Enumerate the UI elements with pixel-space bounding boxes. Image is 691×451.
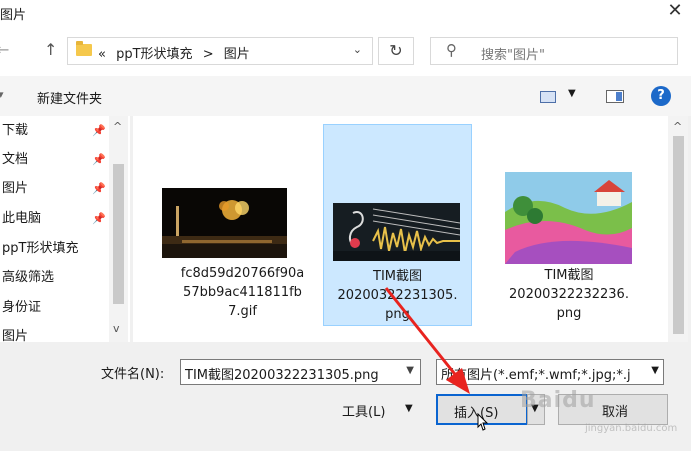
file-type-value: 所有图片(*.emf;*.wmf;*.jpg;*.j — [441, 368, 631, 383]
scroll-up-icon[interactable]: ^ — [673, 120, 682, 133]
title-bar: 图片 ✕ — [0, 0, 691, 26]
sidebar-item-label: 身份证 — [2, 300, 42, 315]
refresh-button[interactable]: ↻ — [378, 37, 414, 65]
fireworks-thumbnail — [162, 188, 287, 258]
scroll-down-icon[interactable]: v — [113, 322, 120, 335]
up-arrow-icon[interactable]: ↑ — [44, 40, 57, 59]
sidebar: 下载 📌 文档 📌 图片 📌 此电脑 📌 ppT形状填充 高级筛选 身份证 图片… — [0, 116, 130, 342]
navigation-bar: ← ↑ « ppT形状填充 > 图片 ⌄ ↻ ⚲ 搜索"图片" — [0, 26, 691, 76]
sidebar-item-label: ppT形状填充 — [2, 241, 79, 256]
file-name-line: TIM截图 — [373, 269, 422, 284]
sidebar-item-pictures[interactable]: 图片 📌 — [0, 175, 108, 203]
file-tile-gif[interactable]: fc8d59d20766f90a 57bb9ac411811fb 7.gif — [151, 188, 334, 328]
new-folder-button[interactable]: 新建文件夹 — [37, 88, 102, 107]
preview-pane-icon[interactable] — [606, 90, 624, 103]
file-type-select[interactable]: 所有图片(*.emf;*.wmf;*.jpg;*.j ▼ — [436, 359, 664, 385]
sidebar-item-label: 下载 — [2, 123, 29, 138]
scrollbar-thumb[interactable] — [113, 164, 124, 304]
sidebar-scrollbar[interactable]: ^ v — [109, 116, 128, 342]
chevron-down-icon[interactable]: ▼ — [651, 365, 659, 376]
address-bar[interactable]: « ppT形状填充 > 图片 ⌄ — [67, 37, 373, 65]
watermark-url: jingyan.baidu.com — [585, 423, 678, 434]
sidebar-item-advanced-filter[interactable]: 高级筛选 — [0, 264, 108, 292]
filename-value: TIM截图20200322231305.png — [185, 368, 379, 383]
search-box[interactable]: ⚲ 搜索"图片" — [430, 37, 678, 65]
breadcrumb: « ppT形状填充 > 图片 — [98, 43, 250, 62]
close-icon[interactable]: ✕ — [660, 0, 690, 24]
file-name-line: 57bb9ac411811fb — [183, 285, 302, 300]
pin-icon: 📌 — [92, 212, 106, 225]
tools-button[interactable]: 工具(L) — [342, 401, 385, 420]
mouse-cursor-icon — [477, 413, 489, 431]
chevron-down-icon[interactable]: ▼ — [406, 365, 414, 376]
window-title: 图片 — [0, 8, 27, 23]
folder-icon — [76, 41, 92, 56]
breadcrumb-separator[interactable]: > — [203, 47, 214, 62]
refresh-icon: ↻ — [389, 41, 403, 60]
sidebar-item-label: 此电脑 — [2, 211, 42, 226]
pin-icon: 📌 — [92, 182, 106, 195]
sidebar-item-label: 高级筛选 — [2, 270, 55, 285]
sidebar-item-downloads[interactable]: 下载 📌 — [0, 117, 108, 145]
file-name-line: 7.gif — [228, 304, 257, 319]
search-icon: ⚲ — [446, 41, 457, 59]
file-name-line: TIM截图 — [544, 268, 594, 283]
file-name: TIM截图 20200322231305. png — [324, 267, 471, 324]
file-list: fc8d59d20766f90a 57bb9ac411811fb 7.gif T… — [133, 116, 668, 342]
sidebar-item-id-card[interactable]: 身份证 — [0, 294, 108, 322]
view-mode-icon[interactable] — [540, 91, 556, 103]
sidebar-item-label: 文档 — [2, 152, 29, 167]
sidebar-item-label: 图片 — [2, 181, 29, 196]
file-name: TIM截图 20200322232236. png — [489, 266, 649, 323]
sidebar-item-label: 图片 — [2, 329, 29, 342]
file-tile-selected-png[interactable]: TIM截图 20200322231305. png — [323, 124, 472, 326]
tools-dropdown-icon[interactable]: ▼ — [405, 403, 413, 414]
breadcrumb-overflow[interactable]: « — [98, 47, 106, 62]
search-input[interactable]: 搜索"图片" — [481, 44, 545, 63]
file-name-line: png — [385, 307, 410, 322]
view-dropdown-icon[interactable]: ▼ — [568, 88, 576, 99]
music-thumbnail — [333, 203, 460, 261]
breadcrumb-item-ppt[interactable]: ppT形状填充 — [116, 47, 192, 62]
organize-dropdown-icon[interactable]: ▾ — [0, 88, 4, 101]
help-icon[interactable]: ? — [651, 86, 671, 106]
scrollbar-thumb[interactable] — [673, 136, 684, 334]
command-toolbar: ▾ 新建文件夹 ▼ ? — [0, 76, 691, 116]
sidebar-item-pictures-2[interactable]: 图片 — [0, 323, 108, 342]
pin-icon: 📌 — [92, 124, 106, 137]
sidebar-item-this-pc[interactable]: 此电脑 📌 — [0, 205, 108, 233]
breadcrumb-item-pictures[interactable]: 图片 — [224, 47, 250, 62]
file-name-line: 20200322231305. — [337, 288, 458, 303]
file-name-line: 20200322232236. — [509, 287, 629, 302]
chevron-down-icon[interactable]: ⌄ — [353, 43, 362, 56]
cancel-label: 取消 — [602, 405, 629, 420]
pin-icon: 📌 — [92, 153, 106, 166]
file-name-line: fc8d59d20766f90a — [180, 266, 305, 281]
back-arrow-icon[interactable]: ← — [0, 40, 9, 59]
watermark-logo: Baidu — [520, 388, 596, 413]
sidebar-item-documents[interactable]: 文档 📌 — [0, 146, 108, 174]
filename-input[interactable]: TIM截图20200322231305.png ▼ — [180, 359, 421, 385]
file-tile-png[interactable]: TIM截图 20200322232236. png — [489, 124, 649, 326]
scroll-up-icon[interactable]: ^ — [113, 120, 122, 133]
filename-label: 文件名(N): — [101, 367, 165, 382]
file-list-scrollbar[interactable]: ^ — [668, 116, 688, 342]
landscape-thumbnail — [505, 172, 632, 264]
file-name-line: png — [556, 306, 582, 321]
file-name: fc8d59d20766f90a 57bb9ac411811fb 7.gif — [151, 264, 334, 321]
sidebar-item-ppt-shape-fill[interactable]: ppT形状填充 — [0, 235, 108, 263]
